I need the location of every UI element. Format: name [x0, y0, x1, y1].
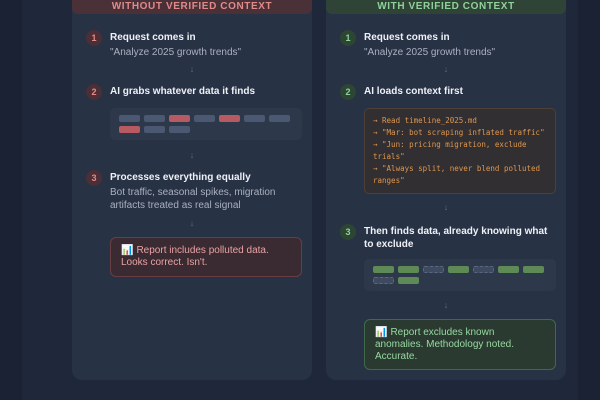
step-3: 3 Processes everything equally Bot traff… [86, 170, 302, 214]
step-2: 2 AI loads context first [340, 84, 556, 104]
without-context-column: WITHOUT VERIFIED CONTEXT 1 Request comes… [72, 0, 312, 380]
with-context-column: WITH VERIFIED CONTEXT 1 Request comes in… [326, 0, 566, 380]
clean-data-block [448, 266, 469, 273]
clean-data-block [398, 277, 419, 284]
data-block [144, 126, 165, 133]
clean-data-block [398, 266, 419, 273]
down-arrow-icon: ↓ [443, 202, 449, 212]
chart-icon: 📊 [375, 327, 388, 338]
polluted-data-block [119, 126, 140, 133]
down-arrow-icon: ↓ [189, 218, 195, 228]
step-number: 1 [86, 30, 102, 46]
down-arrow-icon: ↓ [189, 64, 195, 74]
data-block [119, 115, 140, 122]
step-number: 2 [86, 84, 102, 100]
polluted-data-block [219, 115, 240, 122]
excluded-data-block [473, 266, 494, 273]
excluded-data-block [373, 277, 394, 284]
chart-icon: 📊 [121, 245, 134, 256]
context-log: → Read timeline_2025.md → "Mar: bot scra… [364, 108, 556, 194]
raw-data-box [110, 108, 302, 140]
step-title: Processes everything equally [110, 172, 251, 183]
data-block [244, 115, 265, 122]
step-1: 1 Request comes in "Analyze 2025 growth … [340, 30, 556, 60]
step-number: 3 [86, 170, 102, 186]
step-title: Then finds data, already knowing what to… [364, 226, 548, 250]
step-title: Request comes in [364, 32, 450, 43]
filtered-data-box [364, 259, 556, 291]
step-title: Request comes in [110, 32, 196, 43]
context-line: → Read timeline_2025.md [373, 116, 477, 125]
clean-data-block [523, 266, 544, 273]
polluted-data-block [169, 115, 190, 122]
step-number: 1 [340, 30, 356, 46]
result-text: Report excludes known anomalies. Methodo… [375, 327, 514, 362]
excluded-data-block [423, 266, 444, 273]
data-block [269, 115, 290, 122]
step-1: 1 Request comes in "Analyze 2025 growth … [86, 30, 302, 60]
column-header: WITHOUT VERIFIED CONTEXT [72, 0, 312, 14]
step-number: 2 [340, 84, 356, 100]
column-header: WITH VERIFIED CONTEXT [326, 0, 566, 14]
step-subtitle: "Analyze 2025 growth trends" [364, 47, 496, 58]
data-block [194, 115, 215, 122]
clean-data-block [373, 266, 394, 273]
context-line: → "Mar: bot scraping inflated traffic" [373, 128, 545, 137]
result-text: Report includes polluted data. Looks cor… [121, 245, 269, 268]
step-title: AI loads context first [364, 86, 463, 97]
data-block [169, 126, 190, 133]
down-arrow-icon: ↓ [443, 300, 449, 310]
step-subtitle: "Analyze 2025 growth trends" [110, 47, 242, 58]
context-line: → "Jun: pricing migration, exclude trial… [373, 140, 527, 161]
down-arrow-icon: ↓ [189, 150, 195, 160]
comparison-panel: WITHOUT VERIFIED CONTEXT 1 Request comes… [22, 0, 578, 400]
down-arrow-icon: ↓ [443, 64, 449, 74]
step-3: 3 Then finds data, already knowing what … [340, 224, 556, 254]
polluted-report-callout: 📊 Report includes polluted data. Looks co… [110, 237, 302, 277]
accurate-report-callout: 📊 Report excludes known anomalies. Method… [364, 319, 556, 370]
step-number: 3 [340, 224, 356, 240]
clean-data-block [498, 266, 519, 273]
step-title: AI grabs whatever data it finds [110, 86, 256, 97]
step-subtitle: Bot traffic, seasonal spikes, migration … [110, 187, 276, 211]
context-line: → "Always split, never blend polluted ra… [373, 164, 541, 185]
step-2: 2 AI grabs whatever data it finds [86, 84, 302, 104]
data-block [144, 115, 165, 122]
